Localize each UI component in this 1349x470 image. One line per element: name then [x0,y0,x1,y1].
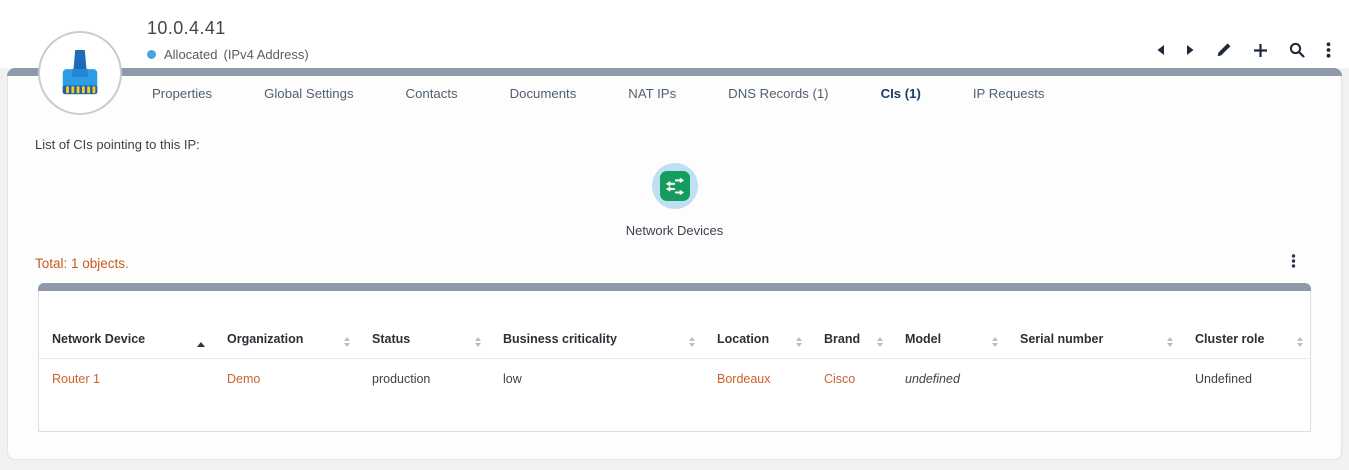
column-header-serial-number[interactable]: Serial number [1007,291,1182,358]
prev-object-button[interactable] [1154,42,1167,58]
next-object-button[interactable] [1184,42,1197,58]
column-header-location[interactable]: Location [704,291,811,358]
total-count-label: Total: 1 objects. [35,256,129,271]
new-object-button[interactable] [1251,41,1270,60]
tab-cis[interactable]: CIs (1) [855,82,947,105]
cell-model: undefined [892,358,1007,399]
cell-organization[interactable]: Demo [214,358,359,399]
column-header-network-device[interactable]: Network Device [39,291,214,358]
column-header-cluster-role[interactable]: Cluster role [1182,291,1311,358]
class-block: Network Devices [0,163,1349,238]
tab-bar: Properties Global Settings Contacts Docu… [126,82,1071,105]
kebab-icon [1326,42,1331,58]
search-icon [1289,42,1305,58]
table-kebab-icon [1291,254,1296,268]
tab-ip-requests[interactable]: IP Requests [947,82,1071,105]
sort-icon [877,337,883,347]
cell-brand[interactable]: Cisco [811,358,892,399]
sort-icon [475,337,481,347]
tab-contacts[interactable]: Contacts [380,82,484,105]
column-header-status[interactable]: Status [359,291,490,358]
pencil-icon [1216,42,1232,58]
cell-network-device[interactable]: Router 1 [39,358,214,399]
status-text: Allocated [164,47,217,62]
sort-icon [344,337,350,347]
actions-menu-button[interactable] [1324,40,1333,60]
rj45-plug-icon [57,48,103,98]
cell-business-criticality: low [490,358,704,399]
ci-table: Network Device Organization Status Busin… [38,283,1311,432]
sort-icon [689,337,695,347]
tab-documents[interactable]: Documents [484,82,603,105]
status-line: Allocated (IPv4 Address) [147,47,309,62]
object-avatar [38,31,122,115]
caret-left-icon [1156,44,1165,56]
cell-location[interactable]: Bordeaux [704,358,811,399]
table-header-row: Network Device Organization Status Busin… [39,291,1311,358]
network-devices-icon [652,163,698,209]
table-body: Network Device Organization Status Busin… [38,291,1311,432]
status-class: (IPv4 Address) [223,47,308,62]
tab-dns-records[interactable]: DNS Records (1) [702,82,854,105]
tab-nat-ips[interactable]: NAT IPs [602,82,702,105]
column-header-model[interactable]: Model [892,291,1007,358]
sort-icon [1167,337,1173,347]
switch-icon [660,171,690,201]
cell-status: production [359,358,490,399]
cell-cluster-role: Undefined [1182,358,1311,399]
edit-button[interactable] [1214,40,1234,60]
sort-icon [796,337,802,347]
page-title: 10.0.4.41 [147,18,226,39]
column-header-organization[interactable]: Organization [214,291,359,358]
table-top-bar [38,283,1311,291]
cell-serial-number [1007,358,1182,399]
caret-right-icon [1186,44,1195,56]
sort-icon [992,337,998,347]
column-header-business-criticality[interactable]: Business criticality [490,291,704,358]
toolbar [1154,40,1333,60]
search-button[interactable] [1287,40,1307,60]
table-actions-menu-button[interactable] [1288,251,1299,274]
sort-asc-icon [197,342,205,347]
table-row: Router 1 Demo production low Bordeaux Ci… [39,358,1311,399]
class-label: Network Devices [0,223,1349,238]
tab-global-settings[interactable]: Global Settings [238,82,379,105]
status-dot-icon [147,50,156,59]
column-header-brand[interactable]: Brand [811,291,892,358]
list-of-cis-label: List of CIs pointing to this IP: [35,137,200,152]
panel-top-bar [7,68,1342,76]
plus-icon [1253,43,1268,58]
sort-icon [1297,337,1303,347]
tab-properties[interactable]: Properties [126,82,238,105]
